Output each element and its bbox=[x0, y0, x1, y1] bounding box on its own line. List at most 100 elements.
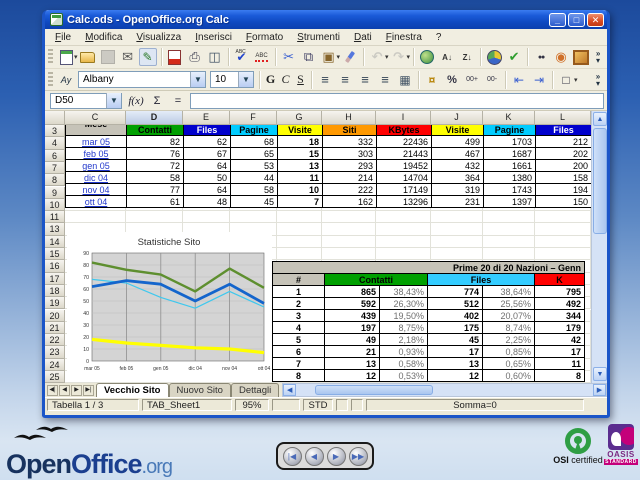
value-cell[interactable]: 13 bbox=[428, 358, 483, 370]
value-cell[interactable]: 214 bbox=[323, 172, 377, 184]
scroll-left-icon[interactable]: ◀ bbox=[283, 384, 296, 396]
row-header-21[interactable]: 21 bbox=[45, 322, 65, 334]
value-cell[interactable]: 222 bbox=[323, 184, 377, 196]
menu-item-finestra[interactable]: Finestra bbox=[380, 31, 428, 44]
cell-H13[interactable] bbox=[322, 223, 376, 235]
value-cell[interactable]: 332 bbox=[323, 136, 377, 148]
value-cell[interactable]: 58 bbox=[127, 172, 184, 184]
edit-mode-icon[interactable] bbox=[139, 48, 157, 66]
value-cell[interactable]: 38,64% bbox=[483, 286, 535, 298]
row-header-9[interactable]: 9 bbox=[45, 187, 65, 199]
cell-J13[interactable] bbox=[431, 223, 483, 235]
prev-sheet-icon[interactable]: ◀ bbox=[59, 385, 70, 396]
month-link[interactable]: mar 05 bbox=[82, 137, 110, 147]
hyperlink-icon[interactable] bbox=[418, 48, 436, 66]
rank-cell[interactable]: 3 bbox=[273, 310, 325, 322]
value-cell[interactable]: 14704 bbox=[377, 172, 432, 184]
row-header-6[interactable]: 6 bbox=[45, 150, 65, 162]
cell-L13[interactable] bbox=[535, 223, 591, 235]
value-cell[interactable]: 1380 bbox=[484, 172, 536, 184]
value-cell[interactable]: 499 bbox=[432, 136, 484, 148]
title-bar[interactable]: Calc.ods - OpenOffice.org Calc _ □ ✕ bbox=[45, 10, 607, 29]
cell-L11[interactable] bbox=[535, 211, 591, 223]
col-header-kbytes[interactable]: KBytes bbox=[377, 124, 432, 136]
value-cell[interactable]: 432 bbox=[432, 160, 484, 172]
font-size-combo[interactable]: 10 ▼ bbox=[210, 71, 254, 88]
cell-K11[interactable] bbox=[483, 211, 535, 223]
col-header-pagine[interactable]: Pagine bbox=[484, 124, 536, 136]
row-header-13[interactable]: 13 bbox=[45, 223, 65, 235]
row-header-7[interactable]: 7 bbox=[45, 162, 65, 174]
find-replace-icon[interactable] bbox=[532, 48, 550, 66]
toolbar-grip[interactable] bbox=[48, 49, 53, 65]
increase-indent-icon[interactable] bbox=[530, 71, 548, 89]
row-header-14[interactable]: 14 bbox=[45, 236, 65, 248]
value-cell[interactable]: 21443 bbox=[377, 148, 432, 160]
rank-cell[interactable]: 7 bbox=[273, 358, 325, 370]
value-cell[interactable]: 68 bbox=[231, 136, 278, 148]
align-justify-icon[interactable] bbox=[376, 71, 394, 89]
insert-chart-icon[interactable] bbox=[485, 48, 503, 66]
value-cell[interactable]: 53 bbox=[231, 160, 278, 172]
cell-G13[interactable] bbox=[277, 223, 322, 235]
value-cell[interactable]: 82 bbox=[127, 136, 184, 148]
cell-D11[interactable] bbox=[126, 211, 183, 223]
value-cell[interactable]: 11 bbox=[278, 172, 323, 184]
value-cell[interactable]: 0,53% bbox=[380, 370, 428, 382]
value-cell[interactable]: 11 bbox=[535, 358, 585, 370]
value-cell[interactable]: 0,85% bbox=[483, 346, 535, 358]
value-cell[interactable]: 200 bbox=[536, 160, 592, 172]
next-sheet-icon[interactable]: ▶ bbox=[71, 385, 82, 396]
row-header-10[interactable]: 10 bbox=[45, 199, 65, 211]
value-cell[interactable]: 12 bbox=[428, 370, 483, 382]
currency-format-icon[interactable] bbox=[423, 71, 441, 89]
new-document-icon[interactable] bbox=[57, 48, 75, 66]
column-header-C[interactable]: C bbox=[65, 111, 126, 125]
cell-C11[interactable] bbox=[65, 211, 126, 223]
auto-spellcheck-icon[interactable] bbox=[253, 48, 271, 66]
value-cell[interactable]: 0,58% bbox=[380, 358, 428, 370]
value-cell[interactable]: 49 bbox=[325, 334, 380, 346]
month-link[interactable]: feb 05 bbox=[83, 149, 108, 159]
menu-item-strumenti[interactable]: Strumenti bbox=[291, 31, 346, 44]
styles-icon[interactable] bbox=[57, 71, 75, 89]
row-header-16[interactable]: 16 bbox=[45, 260, 65, 272]
month-cell[interactable]: nov 04 bbox=[66, 184, 127, 196]
month-cell[interactable]: mar 05 bbox=[66, 136, 127, 148]
vertical-scrollbar-thumb[interactable] bbox=[593, 128, 607, 234]
month-link[interactable]: dic 04 bbox=[84, 173, 108, 183]
maximize-button[interactable]: □ bbox=[568, 13, 585, 27]
rank-header[interactable]: # bbox=[273, 274, 325, 286]
horizontal-scrollbar[interactable]: ◀ ▶ bbox=[282, 383, 607, 397]
cell-J15[interactable] bbox=[431, 248, 483, 260]
spellcheck-icon[interactable] bbox=[233, 48, 251, 66]
row-header-4[interactable]: 4 bbox=[45, 137, 65, 149]
sum-icon[interactable]: Σ bbox=[148, 95, 166, 107]
value-cell[interactable]: 795 bbox=[535, 286, 585, 298]
row-header-24[interactable]: 24 bbox=[45, 359, 65, 371]
chevron-down-icon[interactable]: ▼ bbox=[106, 93, 121, 108]
cell-L15[interactable] bbox=[535, 248, 591, 260]
menu-item-visualizza[interactable]: Visualizza bbox=[130, 31, 187, 44]
nazioni-title[interactable]: Prime 20 di 20 Nazioni – Genn bbox=[273, 262, 585, 274]
menu-item-inserisci[interactable]: Inserisci bbox=[189, 31, 238, 44]
cell-K14[interactable] bbox=[483, 236, 535, 248]
cell-J11[interactable] bbox=[431, 211, 483, 223]
month-cell[interactable]: dic 04 bbox=[66, 172, 127, 184]
undo-icon[interactable] bbox=[368, 48, 386, 66]
toolbar-grip[interactable] bbox=[48, 72, 53, 88]
nav-first-button[interactable]: |◀ bbox=[283, 447, 302, 466]
col-header-files[interactable]: Files bbox=[536, 124, 592, 136]
value-cell[interactable]: 25,56% bbox=[483, 298, 535, 310]
value-cell[interactable]: 231 bbox=[432, 196, 484, 208]
value-cell[interactable]: 61 bbox=[127, 196, 184, 208]
rank-cell[interactable]: 2 bbox=[273, 298, 325, 310]
row-header-22[interactable]: 22 bbox=[45, 334, 65, 346]
column-header-D[interactable]: D bbox=[126, 111, 183, 125]
value-cell[interactable]: 402 bbox=[428, 310, 483, 322]
row-header-3[interactable]: 3 bbox=[45, 125, 65, 137]
value-cell[interactable]: 21 bbox=[325, 346, 380, 358]
page-preview-icon[interactable] bbox=[206, 48, 224, 66]
col-header-contatti[interactable]: Contatti bbox=[127, 124, 184, 136]
col-header-visite[interactable]: Visite bbox=[432, 124, 484, 136]
